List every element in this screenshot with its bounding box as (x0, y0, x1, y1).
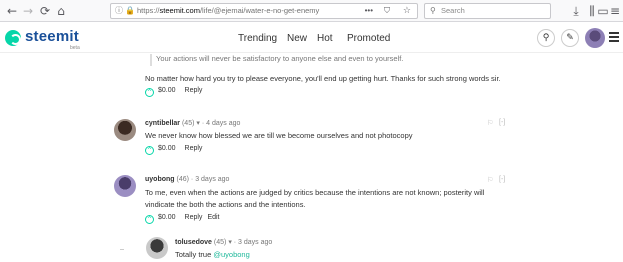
site-header: steemit beta Trending New Hot Promoted ⚲… (0, 23, 623, 53)
user-mention-link[interactable]: @uyobong (213, 250, 249, 259)
flag-icon[interactable]: ⚐ (487, 176, 493, 184)
comment-timestamp[interactable]: · 4 days ago (202, 120, 241, 127)
reply-link[interactable]: Reply (185, 214, 203, 221)
edit-link[interactable]: Edit (207, 214, 219, 221)
nav-new[interactable]: New (287, 33, 307, 44)
payout-value[interactable]: $0.00 (158, 214, 176, 221)
pocket-icon[interactable]: ⛉ (384, 4, 390, 18)
author-name[interactable]: cyntibellar (145, 120, 180, 127)
comments-section: Your actions will never be satisfactory … (0, 54, 623, 262)
nav-trending[interactable]: Trending (238, 33, 277, 44)
avatar[interactable] (114, 175, 136, 197)
thread-connector (120, 249, 124, 250)
flag-icon[interactable]: ⚐ (487, 119, 493, 127)
author-name[interactable]: tolusedove (175, 239, 212, 246)
upvote-icon[interactable]: ^ (145, 146, 154, 155)
comment-body-line-1: To me, even when the actions are judged … (145, 188, 485, 197)
comment-body-text: Totally true (175, 250, 214, 259)
url-bar[interactable]: ⓘ 🔒 https://steemit.com/life/@ejemai/wat… (110, 3, 418, 19)
beta-label: beta (70, 45, 80, 51)
comment-body: Totally true @uyobong (175, 249, 250, 260)
url-path: /life/@ejemai/water-e-no-get-enemy (199, 6, 320, 15)
browser-toolbar: ← → ⟳ ⌂ ⓘ 🔒 https://steemit.com/life/@ej… (0, 0, 623, 22)
author-reputation: (45) (213, 239, 227, 246)
downloads-icon[interactable]: ⤓ (568, 3, 584, 19)
nav-promoted[interactable]: Promoted (347, 33, 390, 44)
payout-value[interactable]: $0.00 (158, 87, 176, 94)
reply-link[interactable]: Reply (185, 87, 203, 94)
comment-timestamp[interactable]: · 3 days ago (234, 239, 273, 246)
upvote-icon[interactable]: ^ (145, 215, 154, 224)
reload-icon[interactable]: ⟳ (37, 3, 53, 19)
collapse-toggle[interactable]: [-] (499, 119, 505, 126)
write-post-icon[interactable]: ✎ (561, 29, 579, 47)
page-actions-icon[interactable]: ••• (365, 4, 373, 18)
comment-actions: ^ $0.00 Reply (145, 87, 202, 97)
lock-icon[interactable]: 🔒 (125, 4, 135, 18)
bookmark-star-icon[interactable]: ☆ (403, 4, 411, 18)
comment-actions: ^ $0.00 Reply Edit (145, 214, 220, 224)
comment-body: No matter how hard you try to please eve… (145, 74, 501, 83)
steemit-logo-text[interactable]: steemit (25, 28, 79, 45)
browser-search-placeholder: Search (441, 6, 465, 15)
nav-hot[interactable]: Hot (317, 33, 333, 44)
payout-value[interactable]: $0.00 (158, 145, 176, 152)
comment-body-line-2: vindicate the both the actions and the i… (145, 200, 306, 209)
back-arrow-icon[interactable]: ← (4, 3, 20, 19)
hamburger-menu-icon[interactable] (609, 32, 619, 42)
url-domain: steemit.com (159, 6, 200, 15)
site-search-icon[interactable]: ⚲ (537, 29, 555, 47)
comment-timestamp[interactable]: · 3 days ago (191, 176, 230, 183)
blockquote: Your actions will never be satisfactory … (150, 54, 403, 66)
search-icon: ⚲ (430, 6, 436, 15)
forward-arrow-icon[interactable]: → (20, 3, 36, 19)
author-name[interactable]: uyobong (145, 176, 175, 183)
avatar[interactable] (114, 119, 136, 141)
steemit-logo-icon[interactable] (5, 30, 21, 46)
comment-actions: ^ $0.00 Reply (145, 145, 202, 155)
user-avatar[interactable] (585, 28, 605, 48)
url-prefix: https:// (137, 6, 160, 15)
collapse-toggle[interactable]: [-] (499, 176, 505, 183)
comment-author-line: tolusedove (45) ▾ · 3 days ago (175, 238, 272, 246)
browser-menu-icon[interactable]: ≡ (607, 3, 623, 19)
avatar[interactable] (146, 237, 168, 259)
chevron-down-icon[interactable]: ▾ (228, 239, 232, 246)
comment-author-line: cyntibellar (45) ▾ · 4 days ago (145, 119, 240, 127)
chevron-down-icon[interactable]: ▾ (196, 120, 200, 127)
author-reputation: (45) (181, 120, 195, 127)
author-reputation: (46) (176, 176, 189, 183)
home-icon[interactable]: ⌂ (53, 3, 69, 19)
url-text[interactable]: https://steemit.com/life/@ejemai/water-e… (137, 4, 319, 18)
reply-link[interactable]: Reply (185, 145, 203, 152)
browser-search-bar[interactable]: ⚲ Search (424, 3, 551, 19)
comment-body: We never know how blessed we are till we… (145, 131, 413, 140)
site-info-icon[interactable]: ⓘ (115, 4, 123, 18)
upvote-icon[interactable]: ^ (145, 88, 154, 97)
comment-author-line: uyobong (46) · 3 days ago (145, 176, 229, 183)
